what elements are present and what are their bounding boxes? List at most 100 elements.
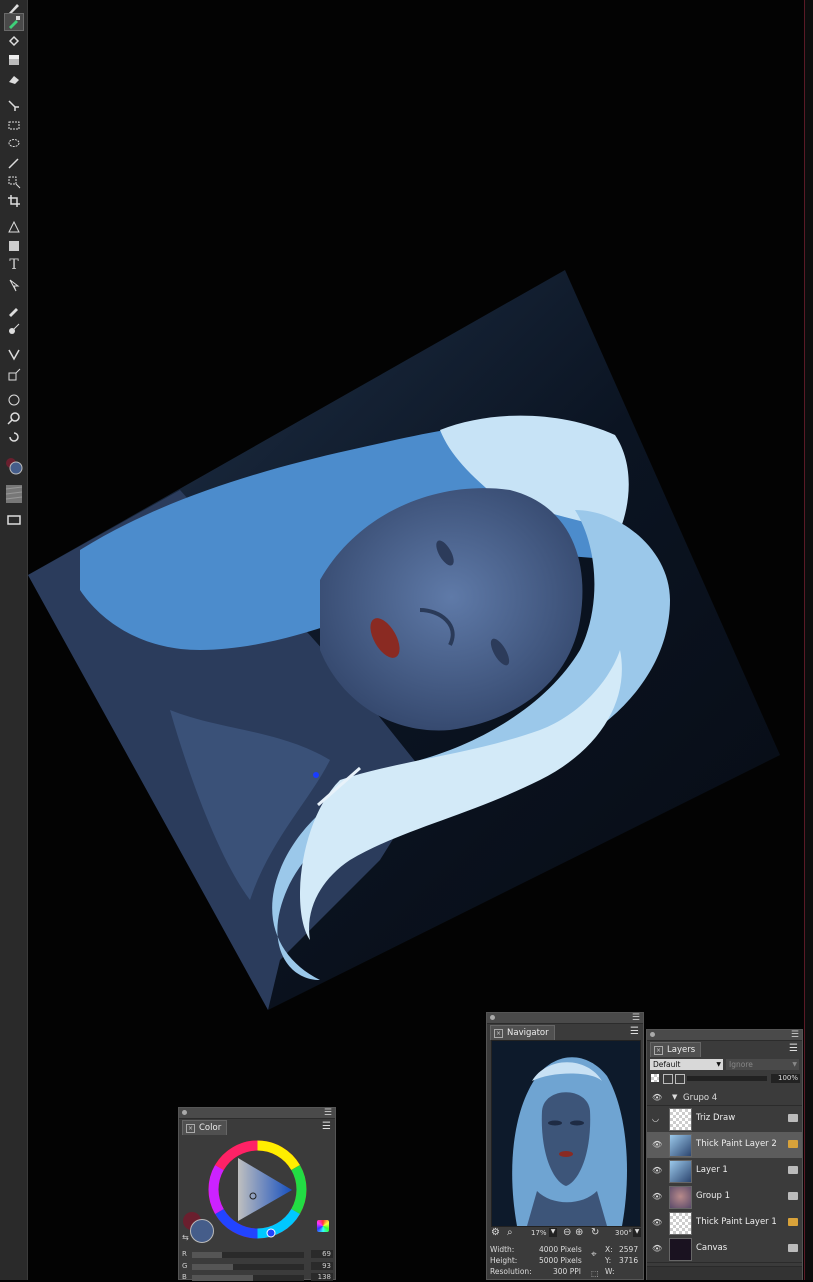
layer-thumbnail	[669, 1186, 692, 1209]
zoom-in-icon[interactable]: ⊕	[575, 1227, 583, 1238]
opacity-slider[interactable]	[687, 1076, 767, 1081]
layer-list: ◡ Triz Draw 👁 Thick Paint Layer 2 👁 Layer 1 👁 G…	[647, 1106, 802, 1266]
tab-navigator[interactable]: × Navigator	[490, 1025, 555, 1040]
navigator-settings-icon[interactable]: ⚙	[491, 1227, 500, 1238]
panel-close-dot-icon[interactable]	[650, 1032, 655, 1037]
layer-row[interactable]: 👁 Layer 1	[647, 1158, 802, 1185]
clone-color-icon[interactable]	[317, 1220, 329, 1232]
eraser-icon[interactable]	[5, 71, 23, 87]
rotate-icon[interactable]: ↻	[591, 1227, 599, 1238]
tab-layers[interactable]: × Layers	[650, 1042, 702, 1057]
blue-slider[interactable]: B 138	[182, 1273, 333, 1282]
chevron-down-icon: ▼	[716, 1061, 721, 1068]
navigator-toolbar: ⚙ ⌕ 17% ▼ ⊖ ⊕ ↻ 300° ▼	[487, 1227, 643, 1241]
layer-row[interactable]: 👁 Thick Paint Layer 2	[647, 1132, 802, 1159]
resolution-value: 300 PPI	[553, 1267, 581, 1276]
crop-icon[interactable]	[5, 193, 23, 209]
document-canvas[interactable]	[20, 260, 800, 1020]
green-track[interactable]	[192, 1264, 304, 1270]
x-value: 2597	[619, 1245, 639, 1254]
primary-color-swatch[interactable]	[190, 1219, 214, 1243]
layer-thumbnail	[669, 1134, 692, 1157]
rotation-value[interactable]: 300°	[615, 1229, 632, 1237]
color-panel-titlebar[interactable]: ☰	[179, 1108, 335, 1119]
lasso-icon[interactable]	[5, 136, 23, 152]
hue-ring-marker[interactable]	[266, 1228, 276, 1238]
disclosure-triangle-icon[interactable]: ▼	[672, 1093, 677, 1101]
red-label: R	[182, 1250, 187, 1258]
layer-row[interactable]: 👁 Thick Paint Layer 1	[647, 1210, 802, 1237]
opacity-value[interactable]: 100%	[771, 1074, 800, 1083]
zoom-out-icon[interactable]: ⊖	[563, 1227, 571, 1238]
red-track[interactable]	[192, 1252, 304, 1258]
color-panel-menu-icon[interactable]: ☰	[322, 1121, 331, 1132]
layer-row[interactable]: 👁 Canvas	[647, 1236, 802, 1263]
green-slider[interactable]: G 93	[182, 1262, 333, 1271]
layer-thumbnail	[669, 1212, 692, 1235]
layer-row[interactable]: ◡ Triz Draw	[647, 1106, 802, 1133]
swap-colors-icon[interactable]: ⇆	[182, 1233, 189, 1242]
eye-icon[interactable]: 👁	[652, 1140, 662, 1149]
pen-icon[interactable]	[5, 219, 23, 235]
blue-fill	[192, 1275, 253, 1281]
fill-bucket-icon[interactable]	[5, 33, 23, 49]
rectangle-shape-icon[interactable]	[5, 238, 23, 254]
layer-name: Layer 1	[696, 1165, 728, 1175]
layer-name: Thick Paint Layer 1	[696, 1217, 777, 1227]
panel-grip-icon[interactable]: ☰	[791, 1030, 799, 1040]
layer-type-icon	[788, 1192, 798, 1200]
eye-icon[interactable]: 👁	[652, 1192, 662, 1201]
navigator-zoom-icon[interactable]: ⌕	[507, 1227, 513, 1238]
composite-depth-select[interactable]: Ignore ▼	[726, 1059, 799, 1070]
navigator-titlebar[interactable]: ☰	[487, 1013, 643, 1024]
layer-name: Group 1	[696, 1191, 730, 1201]
panel-grip-icon[interactable]: ☰	[632, 1013, 640, 1023]
panel-close-dot-icon[interactable]	[182, 1110, 187, 1115]
red-slider[interactable]: R 69	[182, 1250, 333, 1259]
eye-icon[interactable]: ◡	[652, 1114, 661, 1123]
gradient-icon[interactable]	[5, 52, 23, 68]
composite-method-select[interactable]: Default ▼	[650, 1059, 723, 1070]
layer-group-row[interactable]: 👁 ▼ Grupo 4	[647, 1091, 802, 1106]
red-value[interactable]: 69	[311, 1250, 333, 1258]
group-name: Grupo 4	[683, 1093, 718, 1103]
resolution-label: Resolution:	[490, 1267, 532, 1276]
rotation-dropdown-chevron-icon[interactable]: ▼	[633, 1228, 641, 1237]
tab-close-icon[interactable]: ×	[654, 1046, 663, 1055]
layers-menu-icon[interactable]: ☰	[789, 1043, 798, 1054]
eyedropper-icon[interactable]	[4, 13, 24, 31]
tab-close-icon[interactable]: ×	[494, 1029, 503, 1038]
tab-close-icon[interactable]: ×	[186, 1124, 195, 1133]
preserve-transparency-icon[interactable]	[651, 1074, 659, 1082]
crosshair-icon: ⌖	[591, 1249, 597, 1260]
magic-wand-icon[interactable]	[5, 155, 23, 171]
color-panel: ☰ × Color ☰ ⇆ R 69 G 93 B 138	[178, 1107, 336, 1282]
composite-method-value: Default	[653, 1060, 681, 1069]
layer-thumbnail	[669, 1160, 692, 1183]
move-tool-icon[interactable]	[5, 98, 23, 114]
eye-icon[interactable]: 👁	[652, 1244, 662, 1253]
layer-type-icon	[788, 1114, 798, 1122]
transform-select-icon[interactable]	[5, 174, 23, 190]
panel-grip-icon[interactable]: ☰	[324, 1108, 332, 1118]
layers-titlebar[interactable]: ☰	[647, 1030, 802, 1041]
eye-icon[interactable]: 👁	[652, 1093, 662, 1102]
eye-icon[interactable]: 👁	[652, 1166, 662, 1175]
navigator-menu-icon[interactable]: ☰	[630, 1026, 639, 1037]
navigator-zoom-value[interactable]: 17%	[531, 1229, 547, 1237]
color-wheel[interactable]	[206, 1138, 309, 1241]
brush-cursor-dot	[313, 772, 319, 778]
tab-color[interactable]: × Color	[182, 1120, 228, 1135]
green-value[interactable]: 93	[311, 1262, 333, 1270]
navigator-preview[interactable]	[491, 1040, 641, 1227]
pick-up-underlying-icon[interactable]	[663, 1074, 673, 1084]
panel-close-dot-icon[interactable]	[490, 1015, 495, 1020]
tab-navigator-label: Navigator	[507, 1028, 549, 1038]
blue-track[interactable]	[192, 1275, 304, 1281]
zoom-dropdown-chevron-icon[interactable]: ▼	[549, 1228, 557, 1237]
tab-color-label: Color	[199, 1123, 222, 1133]
eye-icon[interactable]: 👁	[652, 1218, 662, 1227]
rectangle-select-icon[interactable]	[5, 117, 23, 133]
layer-row[interactable]: 👁 Group 1	[647, 1184, 802, 1211]
layer-mask-icon[interactable]	[675, 1074, 685, 1084]
